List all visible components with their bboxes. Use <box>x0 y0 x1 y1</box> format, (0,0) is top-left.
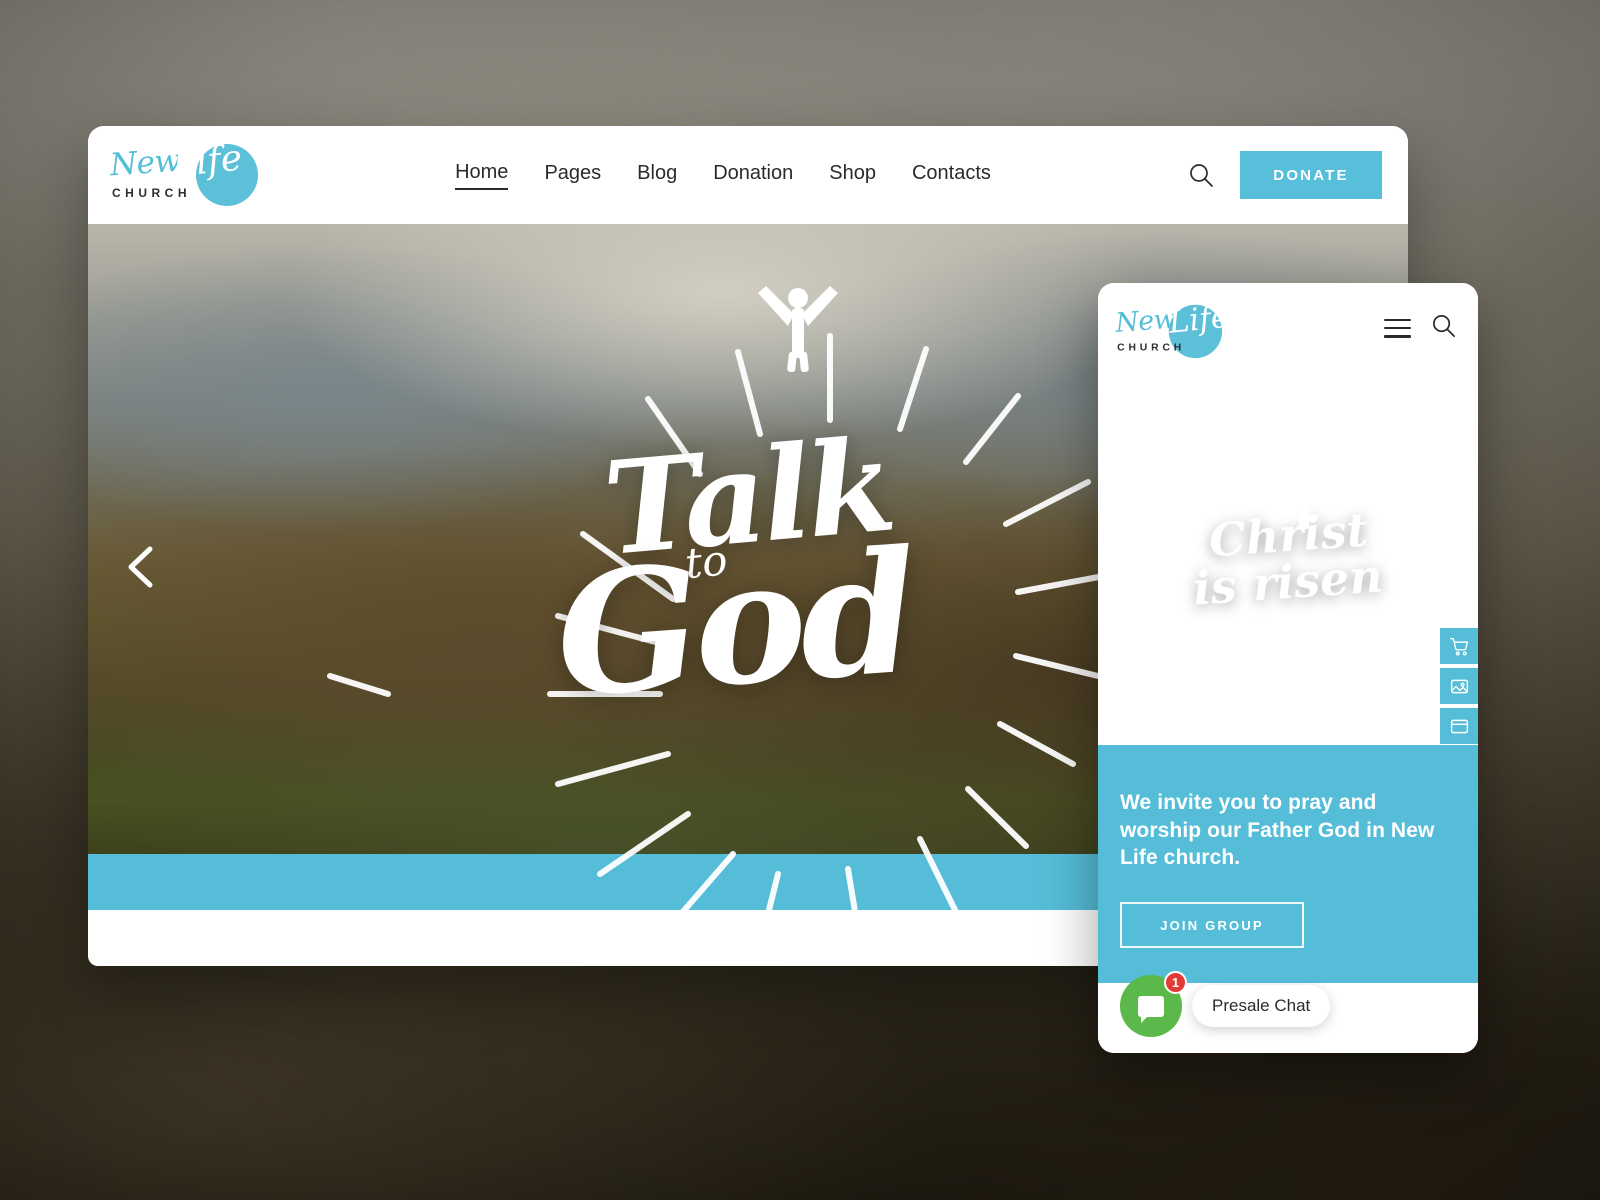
image-gallery-icon[interactable] <box>1440 668 1478 704</box>
desktop-main-nav: Home Pages Blog Donation Shop Contacts <box>258 161 1188 190</box>
window-layout-icon[interactable] <box>1440 708 1478 744</box>
desktop-header-actions: DONATE <box>1188 151 1382 199</box>
person-arms-raised-icon <box>738 276 858 377</box>
desktop-header: New Life CHURCH Home Pages Blog Donation… <box>88 126 1408 224</box>
mobile-header-actions <box>1384 313 1456 343</box>
presale-chat-label[interactable]: Presale Chat <box>1192 985 1331 1027</box>
search-icon[interactable] <box>1431 313 1456 343</box>
mobile-chat-widget: 1 Presale Chat <box>1120 971 1331 1037</box>
nav-item-pages[interactable]: Pages <box>544 162 601 189</box>
nav-item-home[interactable]: Home <box>455 161 509 190</box>
mobile-invite-panel: We invite you to pray and worship our Fa… <box>1098 745 1478 983</box>
mobile-header: New Life CHURCH <box>1098 283 1478 373</box>
mobile-footer: 1 Presale Chat <box>1098 971 1478 1053</box>
logo-word-church: CHURCH <box>112 186 191 200</box>
mobile-hero-slider: Christ is risen <box>1098 373 1478 745</box>
join-group-button[interactable]: JOIN GROUP <box>1120 902 1304 949</box>
shopping-cart-icon[interactable] <box>1440 628 1478 664</box>
page-stage: New Life CHURCH Home Pages Blog Donation… <box>0 0 1600 1200</box>
logo-word-life: Life <box>1167 299 1231 341</box>
hamburger-icon[interactable] <box>1384 318 1411 338</box>
logo-word-church: CHURCH <box>1117 340 1186 353</box>
mobile-hero-word-is-risen: is risen <box>1191 548 1385 616</box>
mobile-sunburst-rays <box>1188 467 1416 689</box>
chevron-left-icon[interactable] <box>122 543 162 591</box>
donate-button[interactable]: DONATE <box>1240 151 1382 199</box>
chat-unread-badge: 1 <box>1164 971 1187 994</box>
site-logo[interactable]: New Life CHURCH <box>106 137 258 210</box>
cross-icon <box>1282 469 1326 536</box>
invite-text: We invite you to pray and worship our Fa… <box>1120 791 1435 870</box>
logo-word-life: Life <box>169 137 244 186</box>
nav-item-donation[interactable]: Donation <box>713 162 793 189</box>
nav-item-shop[interactable]: Shop <box>829 162 876 189</box>
nav-item-blog[interactable]: Blog <box>637 162 677 189</box>
mobile-side-tabs <box>1440 628 1478 744</box>
mobile-site-logo[interactable]: New Life CHURCH <box>1112 299 1231 359</box>
mobile-phone-mockup: New Life CHURCH Christ is risen We invit… <box>1098 283 1478 1053</box>
chat-bubble-glyph <box>1138 995 1164 1023</box>
nav-item-contacts[interactable]: Contacts <box>912 162 991 189</box>
chat-bubble-icon[interactable]: 1 <box>1120 971 1187 1037</box>
search-icon[interactable] <box>1188 162 1214 188</box>
mobile-hero-lettering: Christ is risen <box>1098 373 1478 745</box>
